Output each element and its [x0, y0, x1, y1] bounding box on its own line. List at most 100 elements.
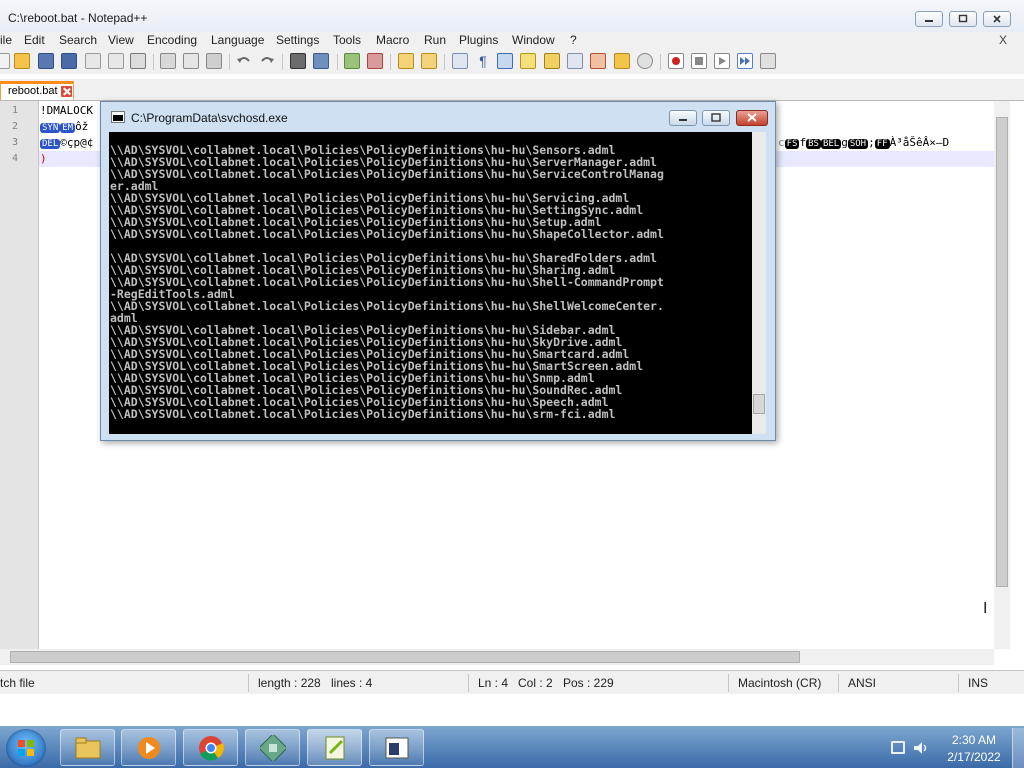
minimize-icon — [925, 20, 933, 22]
tab-close-icon[interactable] — [61, 86, 72, 97]
line-number: 4 — [12, 153, 19, 164]
open-file-icon[interactable] — [14, 53, 30, 69]
status-eol: Macintosh (CR) — [738, 676, 822, 690]
zoom-out-icon[interactable] — [367, 53, 383, 69]
close-document-button[interactable]: X — [999, 33, 1007, 47]
console-vertical-scrollbar[interactable] — [752, 132, 766, 434]
word-wrap-icon[interactable] — [452, 53, 468, 69]
find-icon[interactable] — [290, 53, 306, 69]
close-button[interactable] — [983, 11, 1011, 27]
menu-language[interactable]: Language — [211, 33, 264, 47]
stop-macro-icon[interactable] — [691, 53, 707, 69]
save-macro-icon[interactable] — [760, 53, 776, 69]
line-number: 1 — [12, 105, 19, 116]
cut-icon[interactable] — [160, 53, 176, 69]
folder-workspace-icon[interactable] — [590, 53, 606, 69]
network-app-icon — [260, 735, 286, 761]
menu-encoding[interactable]: Encoding — [147, 33, 197, 47]
horizontal-scroll-thumb[interactable] — [10, 651, 800, 663]
code-line-3: DEL ©çp@¢ — [40, 136, 93, 149]
start-button[interactable] — [6, 729, 46, 767]
control-char: SOH — [847, 139, 869, 149]
taskbar-notepadpp[interactable] — [307, 729, 362, 766]
copy-icon[interactable] — [183, 53, 199, 69]
minimize-button[interactable] — [915, 11, 943, 27]
indent-guide-icon[interactable] — [497, 53, 513, 69]
network-tray-icon[interactable] — [891, 741, 905, 754]
menu-run[interactable]: Run — [424, 33, 446, 47]
console-window[interactable]: C:\ProgramData\svchosd.exe \\AD\SYSVOL\c… — [100, 101, 776, 441]
taskbar-chrome[interactable] — [183, 729, 238, 766]
close-file-icon[interactable] — [85, 53, 101, 69]
control-char: SYN — [40, 123, 61, 133]
status-length: length : 228 — [258, 676, 321, 690]
close-all-icon[interactable] — [108, 53, 124, 69]
sync-vertical-icon[interactable] — [398, 53, 414, 69]
vertical-scroll-thumb[interactable] — [996, 117, 1008, 587]
menu-file[interactable]: ile — [0, 33, 12, 47]
console-window-title: C:\ProgramData\svchosd.exe — [131, 111, 288, 125]
status-pos: Pos : 229 — [563, 676, 614, 690]
save-icon[interactable] — [38, 53, 54, 69]
taskbar-media-player[interactable] — [121, 729, 176, 766]
code-line-4: ) — [40, 152, 47, 165]
code-text: ôž — [75, 120, 89, 133]
taskbar-explorer[interactable] — [60, 729, 115, 766]
menu-window[interactable]: Window — [512, 33, 555, 47]
menu-view[interactable]: View — [108, 33, 134, 47]
paste-icon[interactable] — [206, 53, 222, 69]
code-text: ; — [868, 136, 875, 149]
run-macro-multiple-icon[interactable] — [737, 53, 753, 69]
play-macro-icon[interactable] — [714, 53, 730, 69]
console-output-area[interactable]: \\AD\SYSVOL\collabnet.local\Policies\Pol… — [109, 132, 752, 434]
sync-horizontal-icon[interactable] — [421, 53, 437, 69]
clock-date[interactable]: 2/17/2022 — [944, 750, 1004, 764]
maximize-button[interactable] — [949, 11, 977, 27]
folder-icon — [75, 737, 101, 759]
show-desktop-button[interactable] — [1012, 728, 1024, 768]
tab-reboot-bat[interactable]: reboot.bat — [0, 81, 74, 100]
udl-icon[interactable] — [520, 53, 536, 69]
menu-settings[interactable]: Settings — [276, 33, 319, 47]
zoom-in-icon[interactable] — [344, 53, 360, 69]
replace-icon[interactable] — [313, 53, 329, 69]
menu-help[interactable]: ? — [570, 33, 577, 47]
function-list-icon[interactable] — [567, 53, 583, 69]
console-window-icon — [111, 111, 125, 123]
notepad-titlebar — [0, 0, 1024, 32]
save-all-icon[interactable] — [61, 53, 77, 69]
print-icon[interactable] — [130, 53, 146, 69]
status-lines: lines : 4 — [331, 676, 373, 690]
mouse-ibeam-icon: I — [983, 600, 988, 617]
control-char: BEL — [820, 139, 842, 149]
menu-search[interactable]: Search — [59, 33, 97, 47]
undo-icon[interactable] — [236, 53, 252, 69]
menu-macro[interactable]: Macro — [376, 33, 409, 47]
redo-icon[interactable] — [259, 53, 275, 69]
folder-icon[interactable] — [614, 53, 630, 69]
clock-time[interactable]: 2:30 AM — [944, 733, 1004, 747]
status-col: Col : 2 — [518, 676, 553, 690]
taskbar-network-app[interactable] — [245, 729, 300, 766]
new-file-icon[interactable] — [0, 53, 10, 69]
close-icon — [993, 15, 1001, 23]
menu-tools[interactable]: Tools — [333, 33, 361, 47]
volume-tray-icon[interactable] — [913, 741, 929, 755]
console-maximize-button[interactable] — [702, 110, 730, 126]
restore-icon — [958, 14, 968, 23]
media-player-icon — [138, 737, 160, 759]
console-scroll-thumb[interactable] — [753, 394, 765, 414]
menu-plugins[interactable]: Plugins — [459, 33, 498, 47]
show-all-chars-icon[interactable]: ¶ — [475, 53, 491, 69]
menu-bar: ile Edit Search View Encoding Language S… — [0, 32, 1024, 50]
code-line-1: !DMALOCK — [40, 104, 93, 117]
console-close-button[interactable] — [736, 110, 768, 126]
record-macro-icon[interactable] — [668, 53, 684, 69]
line-number: 2 — [12, 121, 19, 132]
toolbar: ¶ — [0, 50, 1024, 74]
menu-edit[interactable]: Edit — [24, 33, 45, 47]
doc-map-icon[interactable] — [544, 53, 560, 69]
monitoring-icon[interactable] — [637, 53, 653, 69]
console-minimize-button[interactable] — [669, 110, 697, 126]
taskbar-console[interactable] — [369, 729, 424, 766]
